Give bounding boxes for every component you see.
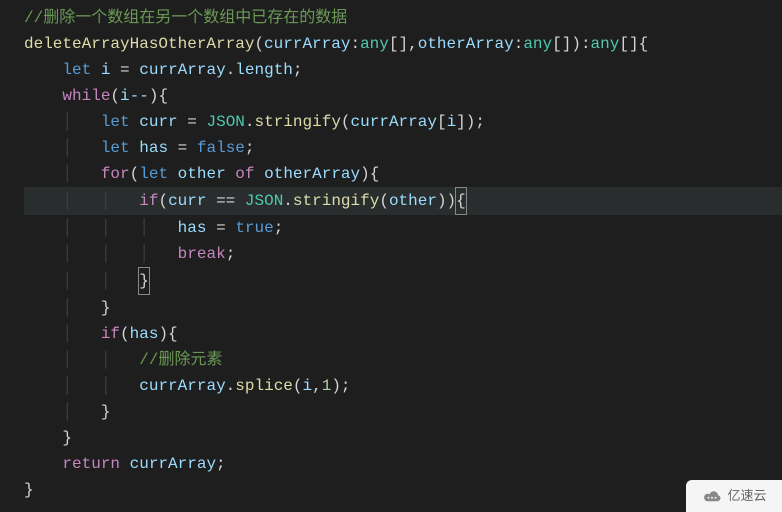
keyword: break xyxy=(178,245,226,263)
method: stringify xyxy=(293,192,379,210)
method: splice xyxy=(235,377,293,395)
operator: == xyxy=(216,192,235,210)
code-line: │ } xyxy=(24,295,782,321)
keyword: return xyxy=(62,455,120,473)
variable: curr xyxy=(139,113,177,131)
function-name: deleteArrayHasOtherArray xyxy=(24,35,254,53)
boolean: true xyxy=(235,219,273,237)
boolean: false xyxy=(197,139,245,157)
variable: curr xyxy=(168,192,206,210)
code-editor[interactable]: //删除一个数组在另一个数组中已存在的数据 deleteArrayHasOthe… xyxy=(0,0,782,503)
code-line: │ let curr = JSON.stringify(currArray[i]… xyxy=(24,109,782,135)
code-line: │ } xyxy=(24,399,782,425)
watermark-badge: 亿速云 xyxy=(686,480,782,512)
code-line: } xyxy=(24,477,782,503)
variable: other xyxy=(178,165,226,183)
arg: i xyxy=(303,377,313,395)
code-line: │ let has = false; xyxy=(24,135,782,161)
class: JSON xyxy=(206,113,244,131)
code-line: │ │ │ has = true; xyxy=(24,215,782,241)
code-line: │ │ │ break; xyxy=(24,241,782,267)
param: currArray xyxy=(264,35,350,53)
keyword: of xyxy=(235,165,254,183)
property: length xyxy=(235,61,293,79)
code-line: return currArray; xyxy=(24,451,782,477)
keyword: if xyxy=(101,325,120,343)
code-line: │ │ //删除元素 xyxy=(24,347,782,373)
index: i xyxy=(447,113,457,131)
variable: currArray xyxy=(130,455,216,473)
code-line: │ for(let other of otherArray){ xyxy=(24,161,782,187)
keyword: let xyxy=(62,61,91,79)
code-line: │ │ } xyxy=(24,267,782,295)
comment: //删除一个数组在另一个数组中已存在的数据 xyxy=(24,9,347,27)
bracket-match: } xyxy=(138,267,150,295)
keyword: let xyxy=(101,113,130,131)
keyword: while xyxy=(62,87,110,105)
type: any xyxy=(360,35,389,53)
comment: //删除元素 xyxy=(139,351,222,369)
variable: currArray xyxy=(351,113,437,131)
bracket-match: { xyxy=(455,187,467,215)
variable: other xyxy=(389,192,437,210)
code-line: } xyxy=(24,425,782,451)
code-line: while(i--){ xyxy=(24,83,782,109)
variable: i xyxy=(101,61,111,79)
cloud-icon xyxy=(701,489,723,503)
watermark-text: 亿速云 xyxy=(727,485,766,506)
condition: i-- xyxy=(120,87,149,105)
variable: currArray xyxy=(139,377,225,395)
variable: otherArray xyxy=(264,165,360,183)
keyword: let xyxy=(139,165,168,183)
number: 1 xyxy=(322,377,332,395)
variable: has xyxy=(139,139,168,157)
method: stringify xyxy=(255,113,341,131)
variable: has xyxy=(178,219,207,237)
code-line: deleteArrayHasOtherArray(currArray:any[]… xyxy=(24,31,782,57)
return-type: any xyxy=(591,35,620,53)
code-line: │ │ currArray.splice(i,1); xyxy=(24,373,782,399)
condition: has xyxy=(130,325,159,343)
class: JSON xyxy=(245,192,283,210)
keyword: let xyxy=(101,139,130,157)
code-line: //删除一个数组在另一个数组中已存在的数据 xyxy=(24,5,782,31)
param: otherArray xyxy=(418,35,514,53)
code-line: │ if(has){ xyxy=(24,321,782,347)
keyword: for xyxy=(101,165,130,183)
variable: currArray xyxy=(139,61,225,79)
type: any xyxy=(523,35,552,53)
code-line-active: │ │ if(curr == JSON.stringify(other)){ xyxy=(24,187,782,215)
code-line: let i = currArray.length; xyxy=(24,57,782,83)
keyword: if xyxy=(139,192,158,210)
